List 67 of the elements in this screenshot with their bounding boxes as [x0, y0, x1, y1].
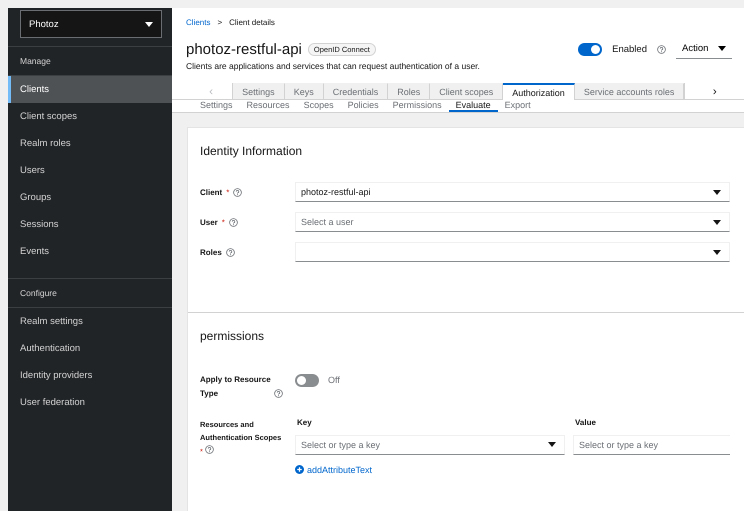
tab[interactable]: Credentials — [324, 83, 388, 99]
page-description: Clients are applications and services that can request authentication of a user. — [186, 61, 481, 71]
help-icon[interactable] — [226, 248, 235, 256]
value-input-field[interactable]: Select or type a key — [573, 434, 730, 455]
realm-selector[interactable]: Photoz — [20, 10, 162, 38]
nav-item[interactable]: Authentication — [8, 335, 172, 362]
caret-down-icon — [548, 442, 556, 448]
enabled-switch[interactable] — [578, 42, 602, 56]
breadcrumb-separator: > — [217, 18, 222, 27]
subtab[interactable]: Scopes — [296, 100, 341, 112]
nav-item[interactable]: Users — [8, 157, 172, 184]
required-mark: * — [222, 218, 225, 226]
tab[interactable]: Keys — [284, 83, 324, 99]
plus-circle-icon — [295, 465, 304, 474]
nav-item[interactable]: Clients — [8, 76, 172, 103]
caret-down-icon — [145, 22, 153, 26]
section-title: Identity Information — [200, 144, 304, 158]
nav-item[interactable]: Client scopes — [8, 103, 172, 130]
select-placeholder: Select or type a key — [301, 440, 380, 450]
caret-down-icon — [713, 220, 721, 224]
select-value: photoz-restful-api — [301, 187, 371, 197]
nav-item[interactable]: Groups — [8, 184, 172, 211]
nav-item[interactable]: User federation — [8, 389, 172, 416]
nav-item[interactable]: Realm settings — [8, 308, 172, 335]
field-label: Apply to Resource Type — [200, 374, 272, 400]
caret-down-icon — [713, 190, 721, 194]
breadcrumb-current: Client details — [229, 18, 275, 27]
input-placeholder: Select or type a key — [579, 440, 658, 450]
column-header: Value — [574, 418, 597, 429]
nav-item[interactable]: Realm roles — [8, 130, 172, 157]
subtab[interactable]: Settings — [193, 100, 240, 112]
nav-item[interactable]: Identity providers — [8, 362, 172, 389]
help-icon[interactable] — [233, 188, 242, 196]
key-select-field[interactable]: Select or type a key — [295, 434, 565, 455]
tab[interactable]: Client scopes — [430, 83, 504, 99]
subtab[interactable]: Export — [498, 100, 538, 112]
select-field[interactable]: photoz-restful-api — [295, 182, 730, 202]
select-field[interactable]: Select a user — [295, 212, 730, 232]
field-label: User — [200, 218, 218, 226]
section-title: permissions — [200, 329, 266, 343]
caret-down-icon — [713, 250, 721, 254]
switch-label: Enabled — [612, 44, 647, 54]
toggle-switch[interactable] — [295, 374, 319, 386]
field-label: Roles — [200, 248, 222, 256]
page-title: photoz-restful-api — [186, 40, 302, 58]
help-icon[interactable] — [274, 388, 283, 398]
breadcrumb-link[interactable]: Clients — [186, 18, 210, 27]
subtab[interactable]: Policies — [340, 100, 386, 112]
select-placeholder: Select a user — [301, 217, 354, 227]
switch-label: Off — [328, 375, 340, 385]
add-attribute-link[interactable]: addAttributeText — [295, 464, 372, 475]
required-mark: * — [226, 188, 230, 196]
help-icon[interactable] — [205, 444, 214, 454]
column-header: Key — [296, 418, 313, 429]
tab[interactable]: Settings — [233, 83, 285, 99]
nav-group-heading: Configure — [8, 278, 172, 308]
caret-down-icon — [718, 46, 726, 51]
field-label: Client — [200, 188, 222, 196]
tab[interactable]: Authorization — [503, 83, 575, 100]
tab[interactable]: Roles — [388, 83, 430, 99]
subtab[interactable]: Permissions — [386, 100, 449, 112]
tab[interactable]: Service accounts roles — [574, 83, 684, 99]
nav-item[interactable]: Events — [8, 238, 172, 265]
nav-item[interactable]: Sessions — [8, 211, 172, 238]
help-icon[interactable] — [657, 44, 666, 54]
help-icon[interactable] — [228, 218, 238, 226]
subtab[interactable]: Resources — [240, 100, 297, 112]
